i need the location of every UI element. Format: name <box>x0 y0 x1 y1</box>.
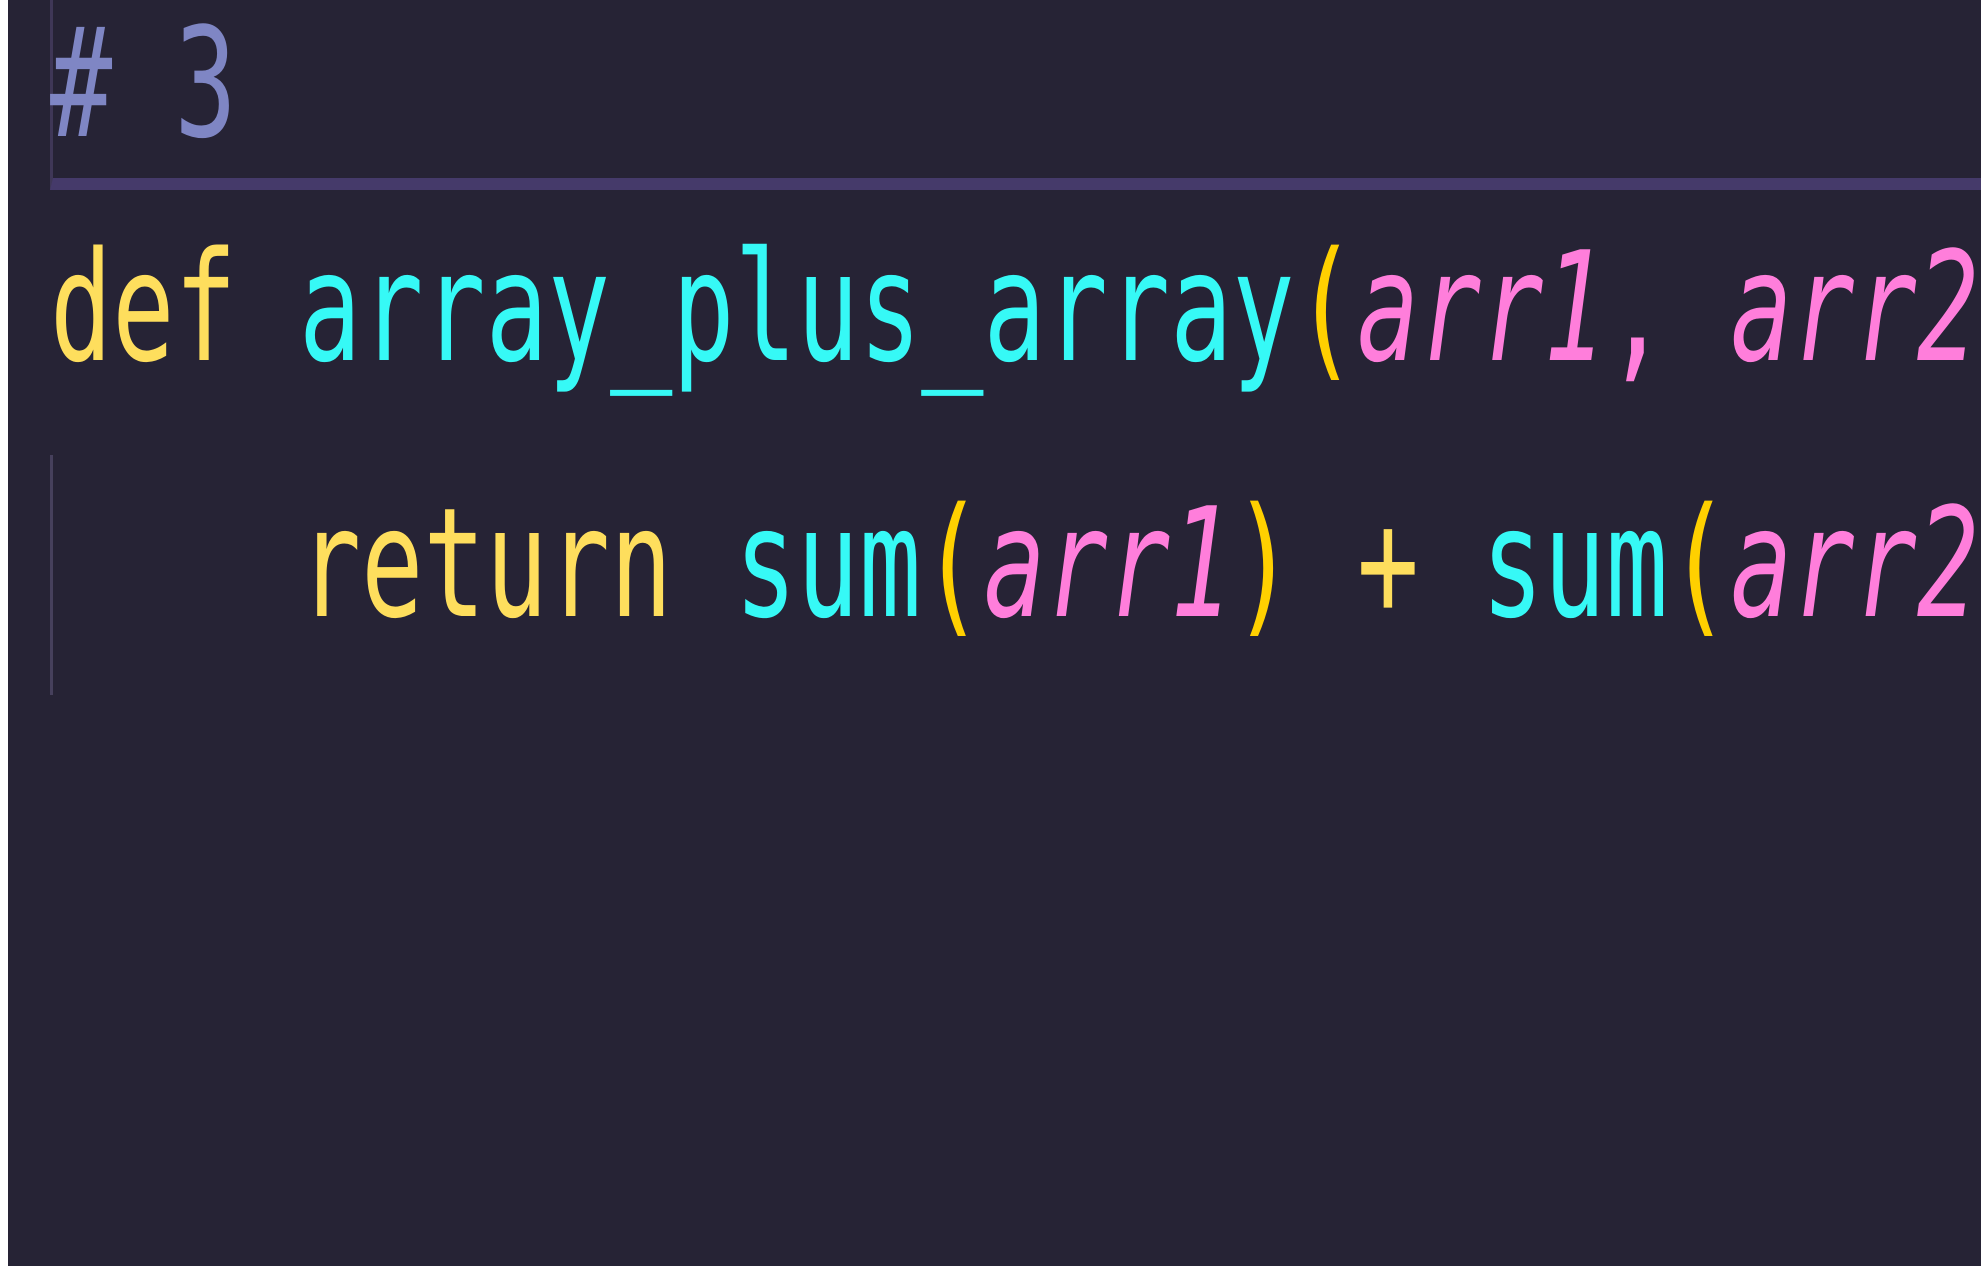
arg-arr1: arr1 <box>983 475 1233 652</box>
param-arr2: arr2 <box>1730 219 1980 396</box>
open-paren: ( <box>921 475 984 652</box>
comma: , <box>1605 219 1668 396</box>
def-keyword: def <box>50 219 237 396</box>
comment-token: # 3 <box>50 0 237 172</box>
sum-builtin-1: sum <box>734 475 922 652</box>
code-line-comment[interactable]: # 3 <box>50 8 237 160</box>
open-paren: ( <box>1294 219 1357 396</box>
arg-arr2: arr2 <box>1730 475 1980 652</box>
code-line-return[interactable]: return sum(arr1) + sum(arr2) <box>50 488 1981 640</box>
param-arr1: arr1 <box>1356 219 1606 396</box>
code-line-def[interactable]: def array_plus_array(arr1, arr2): <box>50 232 1981 384</box>
plus-operator: + <box>1356 475 1420 652</box>
open-paren: ( <box>1667 475 1731 652</box>
sum-builtin-2: sum <box>1481 475 1668 652</box>
function-name: array_plus_array <box>298 219 1295 396</box>
code-editor[interactable]: # 3 def array_plus_array(arr1, arr2): re… <box>8 0 1981 1266</box>
close-paren: ) <box>1232 475 1295 652</box>
comment-cell-border <box>50 0 1981 190</box>
return-keyword: return <box>298 475 673 652</box>
